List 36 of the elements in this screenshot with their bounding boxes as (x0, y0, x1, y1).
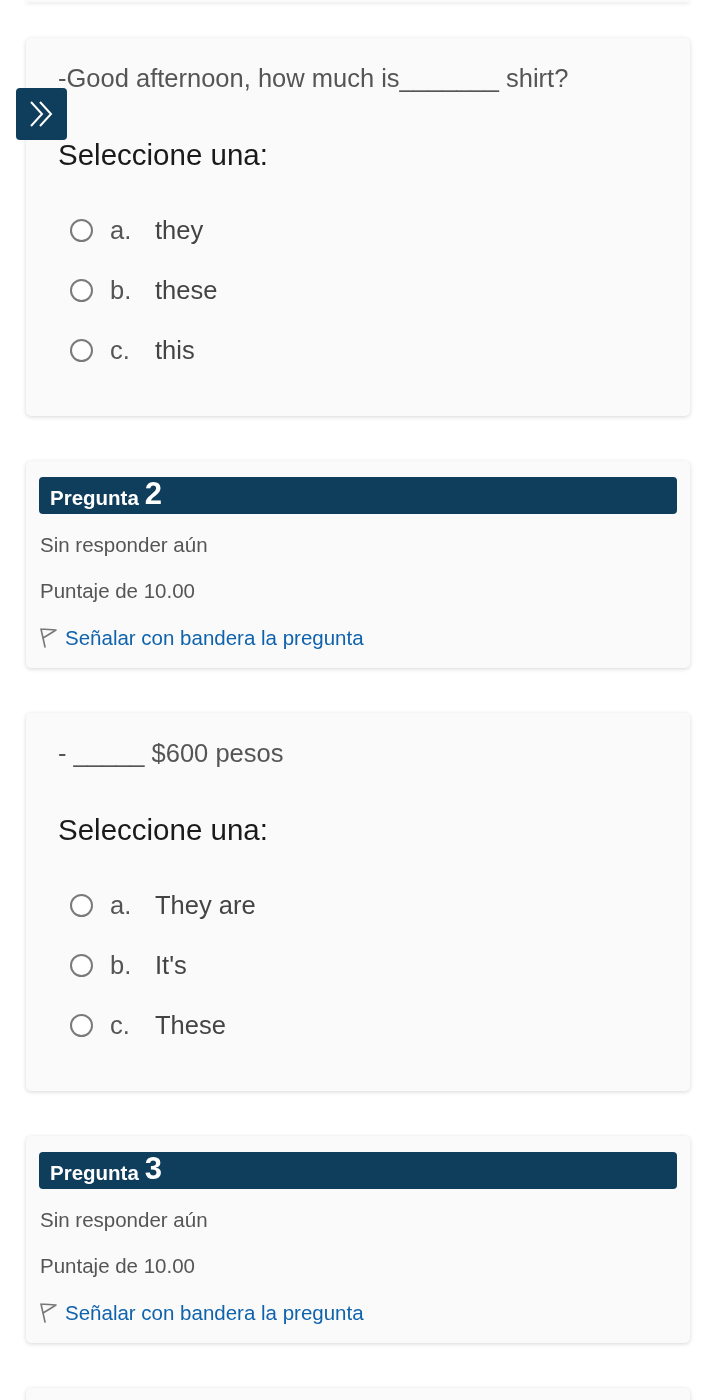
flag-icon (39, 1303, 58, 1323)
question-label: Pregunta (50, 1160, 139, 1186)
option-label[interactable]: they (155, 214, 204, 246)
score-text: Puntaje de 10.00 (39, 578, 197, 604)
drawer-toggle-button[interactable] (16, 88, 67, 140)
option-label[interactable]: They are (155, 889, 256, 921)
radio-button[interactable] (70, 338, 93, 362)
flag-question-link[interactable]: Señalar con bandera la pregunta (39, 625, 364, 651)
option-letter: c. (110, 335, 131, 366)
instruction-text: Seleccione una: (58, 812, 269, 848)
question-text: - _____ $600 pesos (58, 738, 285, 769)
option-letter: c. (110, 1010, 131, 1041)
status-text: Sin responder aún (39, 532, 209, 558)
question-number: 3 (144, 1152, 163, 1186)
radio-button[interactable] (70, 953, 93, 977)
radio-button[interactable] (70, 1013, 93, 1037)
radio-button[interactable] (70, 893, 93, 917)
instruction-text: Seleccione una: (58, 137, 269, 173)
status-text: Sin responder aún (39, 1207, 209, 1233)
option-letter: a. (110, 890, 133, 921)
option-letter: b. (110, 275, 133, 306)
option-label[interactable]: these (155, 274, 218, 306)
radio-button[interactable] (70, 278, 93, 302)
option-letter: a. (110, 215, 133, 246)
question-text: -Good afternoon, how much is_______ shirt? (58, 63, 570, 94)
flag-question-link[interactable]: Señalar con bandera la pregunta (39, 1300, 364, 1326)
radio-button[interactable] (70, 218, 93, 242)
question-label: Pregunta (50, 485, 139, 511)
double-chevron-icon (28, 101, 55, 127)
option-label[interactable]: These (155, 1009, 226, 1041)
score-text: Puntaje de 10.00 (39, 1253, 197, 1279)
option-label[interactable]: It's (155, 949, 187, 981)
option-letter: b. (110, 950, 133, 981)
option-label[interactable]: this (155, 334, 195, 366)
question-number: 2 (144, 477, 163, 511)
flag-icon (39, 628, 58, 648)
